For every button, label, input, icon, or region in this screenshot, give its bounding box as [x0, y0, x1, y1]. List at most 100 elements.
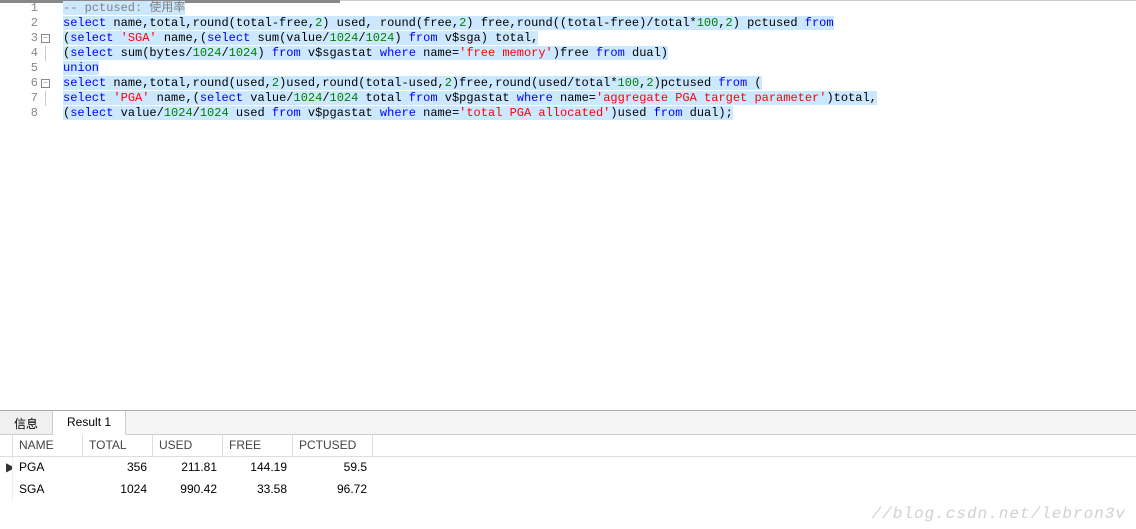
token-num: 1024 — [330, 91, 359, 105]
token-num: 100 — [618, 76, 640, 90]
token-ident: ) pctused — [733, 16, 805, 30]
row-indicator-header — [0, 435, 13, 456]
token-num: 1024 — [164, 106, 193, 120]
token-ident: )pctused — [654, 76, 719, 90]
cell-free[interactable]: 144.19 — [223, 457, 293, 479]
token-num: 1024 — [193, 46, 222, 60]
cell-pctused[interactable]: 96.72 — [293, 479, 373, 501]
code-line[interactable]: -- pctused: 使用率 — [63, 1, 1136, 16]
cell-name[interactable]: PGA — [13, 457, 83, 479]
token-str: 'PGA' — [113, 91, 149, 105]
tab-info[interactable]: 信息 — [0, 411, 53, 434]
token-kw: select — [207, 31, 250, 45]
token-kw: where — [380, 46, 416, 60]
code-line[interactable]: (select 'SGA' name,(select sum(value/102… — [63, 31, 1136, 46]
token-kw: from — [718, 76, 747, 90]
col-header-name[interactable]: NAME — [13, 435, 83, 456]
token-ident: , — [718, 16, 725, 30]
token-num: 1024 — [330, 31, 359, 45]
token-cmt: -- pctused: 使用率 — [63, 1, 185, 15]
token-ident: v$pgastat — [301, 106, 380, 120]
token-ident — [113, 31, 120, 45]
token-kw: select — [63, 91, 106, 105]
token-kw: select — [63, 16, 106, 30]
line-number-gutter: 123−456−78 — [0, 1, 45, 410]
token-num: 2 — [646, 76, 653, 90]
token-ident: total — [358, 91, 408, 105]
token-ident: / — [221, 46, 228, 60]
token-str: 'aggregate PGA target parameter' — [596, 91, 826, 105]
cell-free[interactable]: 33.58 — [223, 479, 293, 501]
token-ident: value/ — [243, 91, 293, 105]
line-number: 6− — [0, 76, 38, 91]
token-ident: name,( — [157, 31, 207, 45]
token-ident: name= — [416, 46, 459, 60]
token-kw: select — [63, 76, 106, 90]
token-kw: where — [380, 106, 416, 120]
token-num: 1024 — [229, 46, 258, 60]
row-indicator — [0, 479, 13, 501]
token-ident: )total, — [826, 91, 876, 105]
code-line[interactable]: select 'PGA' name,(select value/1024/102… — [63, 91, 1136, 106]
code-area[interactable]: -- pctused: 使用率select name,total,round(t… — [45, 1, 1136, 410]
token-ident: ( — [747, 76, 761, 90]
token-ident: ) — [394, 31, 408, 45]
sql-editor-pane: 123−456−78 -- pctused: 使用率select name,to… — [0, 0, 1136, 410]
token-ident: )free — [553, 46, 596, 60]
line-number: 4 — [0, 46, 38, 61]
cell-total[interactable]: 356 — [83, 457, 153, 479]
cell-used[interactable]: 211.81 — [153, 457, 223, 479]
token-kw: from — [272, 106, 301, 120]
token-ident: name= — [553, 91, 596, 105]
token-ident: )used — [610, 106, 653, 120]
token-kw: from — [409, 91, 438, 105]
cell-used[interactable]: 990.42 — [153, 479, 223, 501]
table-row[interactable]: ▶PGA356211.81144.1959.5 — [0, 457, 1136, 479]
code-line[interactable]: select name,total,round(used,2)used,roun… — [63, 76, 1136, 91]
token-ident: / — [358, 31, 365, 45]
col-header-free[interactable]: FREE — [223, 435, 293, 456]
token-kw: select — [70, 31, 113, 45]
token-kw: where — [517, 91, 553, 105]
token-num: 1024 — [366, 31, 395, 45]
token-kw: from — [409, 31, 438, 45]
token-str: 'free memory' — [459, 46, 553, 60]
line-number: 8 — [0, 106, 38, 121]
token-kw: from — [596, 46, 625, 60]
col-header-used[interactable]: USED — [153, 435, 223, 456]
col-header-pctused[interactable]: PCTUSED — [293, 435, 373, 456]
token-ident: ) free,round((total-free)/total* — [466, 16, 696, 30]
code-line[interactable]: select name,total,round(total-free,2) us… — [63, 16, 1136, 31]
token-ident: used — [229, 106, 272, 120]
token-kw: from — [654, 106, 683, 120]
token-ident: dual) — [625, 46, 668, 60]
token-ident: ) — [257, 46, 271, 60]
cell-name[interactable]: SGA — [13, 479, 83, 501]
token-ident: sum(value/ — [250, 31, 329, 45]
code-line[interactable]: (select sum(bytes/1024/1024) from v$sgas… — [63, 46, 1136, 61]
token-ident: name,( — [149, 91, 199, 105]
token-ident: ) used, round(free, — [322, 16, 459, 30]
table-row[interactable]: SGA1024990.4233.5896.72 — [0, 479, 1136, 501]
token-ident: )free,round(used/total* — [452, 76, 618, 90]
code-line[interactable]: union — [63, 61, 1136, 76]
line-number: 2 — [0, 16, 38, 31]
token-num: 2 — [445, 76, 452, 90]
token-kw: union — [63, 61, 99, 75]
line-number: 1 — [0, 1, 38, 16]
token-ident: name,total,round(total-free, — [106, 16, 315, 30]
token-num: 2 — [272, 76, 279, 90]
token-num: 100 — [697, 16, 719, 30]
tab-result-1[interactable]: Result 1 — [53, 411, 126, 435]
cell-pctused[interactable]: 59.5 — [293, 457, 373, 479]
col-header-total[interactable]: TOTAL — [83, 435, 153, 456]
token-kw: from — [805, 16, 834, 30]
token-ident: value/ — [113, 106, 163, 120]
token-str: 'total PGA allocated' — [459, 106, 610, 120]
code-line[interactable]: (select value/1024/1024 used from v$pgas… — [63, 106, 1136, 121]
line-number: 3− — [0, 31, 38, 46]
token-kw: select — [70, 46, 113, 60]
cell-total[interactable]: 1024 — [83, 479, 153, 501]
line-number: 5 — [0, 61, 38, 76]
token-kw: select — [70, 106, 113, 120]
